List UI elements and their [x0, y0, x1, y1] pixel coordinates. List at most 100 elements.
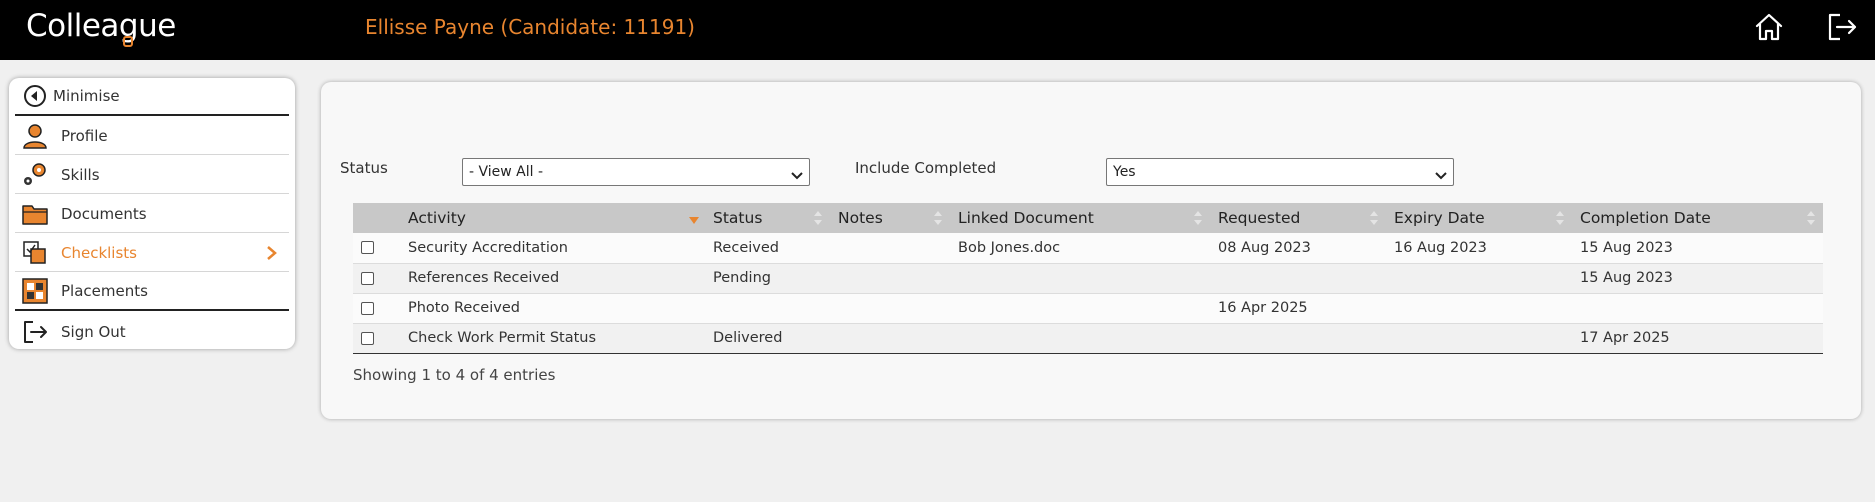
- status-cell: [705, 293, 830, 324]
- activity-cell: Photo Received: [400, 293, 705, 324]
- person-icon: [21, 122, 49, 150]
- column-header-notes[interactable]: Notes: [830, 203, 950, 233]
- status-filter-label: Status: [340, 159, 388, 177]
- include-completed-label: Include Completed: [855, 159, 997, 177]
- sidebar-item-placements[interactable]: Placements: [15, 273, 289, 311]
- completion-date-cell: 15 Aug 2023: [1572, 233, 1823, 264]
- column-header-label: Completion Date: [1580, 209, 1711, 227]
- sidebar-item-documents[interactable]: Documents: [15, 195, 289, 233]
- notes-cell: [830, 293, 950, 324]
- column-header-label: Linked Document: [958, 209, 1094, 227]
- column-header-label: Requested: [1218, 209, 1301, 227]
- requested-cell: [1210, 323, 1386, 354]
- column-header-linked-document[interactable]: Linked Document: [950, 203, 1210, 233]
- notes-cell: [830, 263, 950, 294]
- sidebar-item-minimise[interactable]: Minimise: [15, 78, 289, 116]
- sidebar-item-label: Minimise: [53, 87, 120, 105]
- status-select-value: - View All -: [469, 164, 544, 180]
- column-header-select: [353, 203, 400, 233]
- row-select-cell: [353, 233, 400, 264]
- expiry-date-cell: [1386, 263, 1572, 294]
- sidebar-item-label: Sign Out: [61, 323, 126, 341]
- sidebar-item-label: Profile: [61, 126, 108, 145]
- back-circle-icon: [21, 82, 49, 110]
- include-completed-select[interactable]: Yes: [1106, 158, 1454, 186]
- linked-document-cell[interactable]: Bob Jones.doc: [950, 233, 1210, 264]
- row-select-cell: [353, 293, 400, 324]
- column-header-expiry-date[interactable]: Expiry Date: [1386, 203, 1572, 233]
- expiry-date-cell: [1386, 293, 1572, 324]
- sidebar-item-label: Checklists: [61, 243, 137, 262]
- linked-document-cell: [950, 323, 1210, 354]
- top-bar: Colleague Ellisse Payne (Candidate: 1119…: [0, 0, 1875, 60]
- table-row[interactable]: Photo Received 16 Apr 2025: [353, 293, 1823, 324]
- sidebar-item-label: Placements: [61, 282, 148, 300]
- table-row[interactable]: References Received Pending 15 Aug 2023: [353, 263, 1823, 294]
- status-select[interactable]: - View All -: [462, 158, 810, 186]
- table-info: Showing 1 to 4 of 4 entries: [353, 366, 556, 384]
- chevron-down-icon: [1435, 168, 1447, 180]
- requested-cell: 16 Apr 2025: [1210, 293, 1386, 324]
- folder-icon: [21, 200, 49, 228]
- sort-icon: [1556, 209, 1564, 227]
- column-header-requested[interactable]: Requested: [1210, 203, 1386, 233]
- column-header-activity[interactable]: Activity: [400, 203, 705, 233]
- linked-document-cell: [950, 293, 1210, 324]
- column-header-label: Notes: [838, 209, 883, 227]
- status-cell: Pending: [705, 263, 830, 294]
- completion-date-cell: 15 Aug 2023: [1572, 263, 1823, 294]
- expiry-date-cell: [1386, 323, 1572, 354]
- home-icon[interactable]: [1753, 11, 1785, 43]
- sidebar-item-sign-out[interactable]: Sign Out: [15, 313, 289, 351]
- activity-cell: Security Accreditation: [400, 233, 705, 264]
- expiry-date-cell: 16 Aug 2023: [1386, 233, 1572, 264]
- status-cell: Received: [705, 233, 830, 264]
- completion-date-cell: [1572, 293, 1823, 324]
- colleague-logo[interactable]: Colleague: [26, 8, 176, 44]
- sort-icon: [1807, 209, 1815, 227]
- logo-mark: [123, 36, 133, 47]
- row-checkbox[interactable]: [361, 301, 374, 315]
- chevron-down-icon: [791, 168, 803, 180]
- chevron-right-icon: [265, 243, 279, 263]
- notes-cell: [830, 323, 950, 354]
- sidebar-item-profile[interactable]: Profile: [15, 117, 289, 155]
- requested-cell: 08 Aug 2023: [1210, 233, 1386, 264]
- checklist-table: Activity Status Notes Linked Document Re…: [353, 203, 1823, 354]
- table-row[interactable]: Check Work Permit Status Delivered 17 Ap…: [353, 323, 1823, 354]
- column-header-completion-date[interactable]: Completion Date: [1572, 203, 1823, 233]
- sidebar-item-checklists[interactable]: Checklists: [15, 234, 289, 272]
- row-checkbox[interactable]: [361, 331, 374, 345]
- logout-icon[interactable]: [1826, 11, 1858, 43]
- sort-icon: [1194, 209, 1202, 227]
- row-select-cell: [353, 263, 400, 294]
- sidebar-item-label: Documents: [61, 204, 147, 223]
- sign-out-icon: [21, 318, 49, 346]
- table-row[interactable]: Security Accreditation Received Bob Jone…: [353, 233, 1823, 264]
- page-title: Ellisse Payne (Candidate: 11191): [365, 15, 695, 39]
- sidebar-menu: Minimise Profile Skills Documents Checkl…: [9, 78, 295, 349]
- include-completed-value: Yes: [1113, 164, 1136, 180]
- sort-icon: [814, 209, 822, 227]
- table-header-row: Activity Status Notes Linked Document Re…: [353, 203, 1823, 233]
- completion-date-cell: 17 Apr 2025: [1572, 323, 1823, 354]
- status-cell: Delivered: [705, 323, 830, 354]
- gears-icon: [21, 161, 49, 189]
- sidebar-item-label: Skills: [61, 165, 100, 184]
- column-header-label: Activity: [408, 209, 466, 227]
- checklist-icon: [21, 239, 49, 267]
- row-select-cell: [353, 323, 400, 354]
- placements-icon: [21, 277, 49, 305]
- notes-cell: [830, 233, 950, 264]
- column-header-status[interactable]: Status: [705, 203, 830, 233]
- sort-icon: [1370, 209, 1378, 227]
- row-checkbox[interactable]: [361, 271, 374, 285]
- row-checkbox[interactable]: [361, 241, 374, 255]
- activity-cell: References Received: [400, 263, 705, 294]
- column-header-label: Status: [713, 209, 763, 227]
- sort-desc-icon: [689, 209, 699, 227]
- sort-icon: [934, 209, 942, 227]
- activity-cell: Check Work Permit Status: [400, 323, 705, 354]
- sidebar-item-skills[interactable]: Skills: [15, 156, 289, 194]
- linked-document-cell: [950, 263, 1210, 294]
